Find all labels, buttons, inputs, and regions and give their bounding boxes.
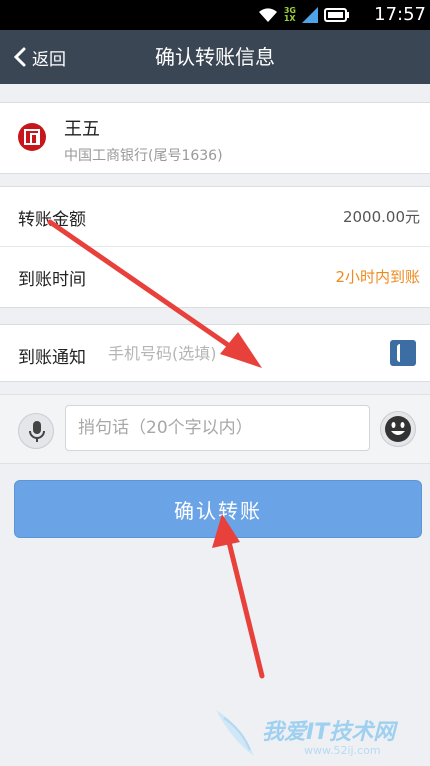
emoji-button[interactable]	[380, 411, 416, 447]
network-type: 3G 1X	[283, 6, 296, 23]
status-bar: 3G 1X 17:57	[0, 0, 430, 30]
arrow-to-confirm-button	[212, 514, 265, 679]
transfer-details-card: 转账金额 2000.00元 到账时间 2小时内到账	[0, 186, 430, 308]
payee-card: 王五 中国工商银行(尾号1636)	[0, 102, 430, 174]
voice-input-button[interactable]	[18, 413, 54, 449]
confirm-transfer-button[interactable]: 确认转账	[14, 480, 422, 538]
notify-label: 到账通知	[18, 348, 86, 368]
icbc-logo-icon	[18, 123, 46, 151]
status-icons: 3G 1X	[258, 6, 350, 24]
payee-name: 王五	[64, 119, 100, 140]
contact-book-icon[interactable]	[390, 340, 416, 366]
watermark-url: www.52ij.com	[304, 744, 381, 757]
clock: 17:57	[374, 4, 426, 25]
title-bar: 返回 确认转账信息	[0, 30, 430, 84]
notify-card: 到账通知	[0, 324, 430, 382]
payee-bank: 中国工商银行(尾号1636)	[64, 148, 223, 164]
arrival-time-row: 到账时间 2小时内到账	[0, 247, 430, 307]
arrival-time-value: 2小时内到账	[335, 268, 420, 286]
phone-number-input[interactable]	[108, 339, 258, 367]
smiley-icon	[385, 416, 411, 442]
amount-label: 转账金额	[18, 210, 86, 230]
watermark-text: 我爱IT技术网	[262, 720, 396, 745]
message-input[interactable]	[65, 405, 370, 451]
signal-icon	[302, 7, 318, 23]
arrival-time-label: 到账时间	[18, 270, 86, 290]
battery-icon	[324, 8, 349, 22]
amount-row: 转账金额 2000.00元	[0, 187, 430, 247]
microphone-icon	[29, 421, 45, 442]
wing-logo-icon	[216, 710, 254, 756]
wifi-icon	[258, 8, 277, 22]
watermark: 我爱IT技术网 www.52ij.com	[210, 700, 430, 766]
amount-value: 2000.00元	[342, 208, 420, 226]
page-title: 确认转账信息	[155, 45, 275, 69]
message-bar	[0, 394, 430, 464]
